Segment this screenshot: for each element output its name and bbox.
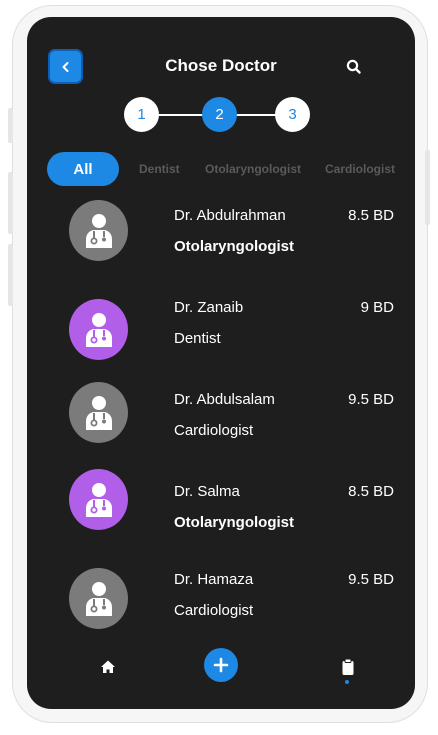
doctor-icon <box>85 213 112 248</box>
phone-side-button <box>8 244 13 306</box>
doctor-icon <box>85 312 112 347</box>
doctor-card[interactable]: Dr. Hamaza Cardiologist 9.5 BD <box>27 568 415 645</box>
step-2[interactable]: 2 <box>202 97 237 132</box>
filter-chip-otolaryngologist[interactable]: Otolaryngologist <box>205 152 301 186</box>
phone-side-button <box>425 150 430 225</box>
phone-side-button <box>8 108 13 143</box>
step-1[interactable]: 1 <box>124 97 159 132</box>
doctor-name: Dr. Abdulrahman <box>174 207 286 224</box>
active-tab-indicator <box>345 680 349 684</box>
doctor-specialty: Cardiologist <box>174 602 254 619</box>
doctor-name: Dr. Hamaza <box>174 571 254 588</box>
doctor-card[interactable]: Dr. Abdulrahman Otolaryngologist 8.5 BD <box>27 197 415 267</box>
doctor-name: Dr. Salma <box>174 483 240 500</box>
doctor-specialty: Otolaryngologist <box>174 238 294 255</box>
doctor-price: 9 BD <box>360 299 394 316</box>
doctor-specialty: Otolaryngologist <box>174 514 294 531</box>
doctor-icon <box>85 581 112 616</box>
plus-icon <box>213 657 229 673</box>
bottom-nav <box>27 639 415 709</box>
doctor-name: Dr. Zanaib <box>174 299 244 316</box>
doctor-specialty: Cardiologist <box>174 422 254 439</box>
filter-chip-cardiologist[interactable]: Cardiologist <box>325 152 395 186</box>
clipboard-icon[interactable] <box>340 658 356 676</box>
doctor-card[interactable]: Dr. Salma Otolaryngologist 8.5 BD <box>27 469 415 553</box>
avatar <box>69 568 128 629</box>
doctor-price: 8.5 BD <box>348 483 394 500</box>
home-icon[interactable] <box>100 659 116 675</box>
add-button[interactable] <box>204 648 238 682</box>
doctor-card[interactable]: Dr. Abdulsalam Cardiologist 9.5 BD <box>27 382 415 461</box>
doctor-name: Dr. Abdulsalam <box>174 391 275 408</box>
filter-chip-all[interactable]: All <box>47 152 119 186</box>
doctor-icon <box>85 482 112 517</box>
doctor-price: 9.5 BD <box>348 571 394 588</box>
doctor-specialty: Dentist <box>174 330 221 347</box>
avatar <box>69 469 128 530</box>
filter-chip-dentist[interactable]: Dentist <box>139 152 180 186</box>
phone-side-button <box>8 172 13 234</box>
doctor-list: Dr. Abdulrahman Otolaryngologist 8.5 BD … <box>27 197 415 639</box>
search-icon[interactable] <box>344 57 364 77</box>
app-screen: Chose Doctor 1 2 3 All Dentist Otolaryng… <box>27 17 415 709</box>
doctor-card[interactable]: Dr. Zanaib Dentist 9 BD <box>27 297 415 367</box>
doctor-icon <box>85 395 112 430</box>
step-3[interactable]: 3 <box>275 97 310 132</box>
doctor-price: 8.5 BD <box>348 207 394 224</box>
avatar <box>69 382 128 443</box>
specialty-filter-bar: All Dentist Otolaryngologist Cardiologis… <box>47 152 415 186</box>
avatar <box>69 299 128 360</box>
avatar <box>69 200 128 261</box>
doctor-price: 9.5 BD <box>348 391 394 408</box>
